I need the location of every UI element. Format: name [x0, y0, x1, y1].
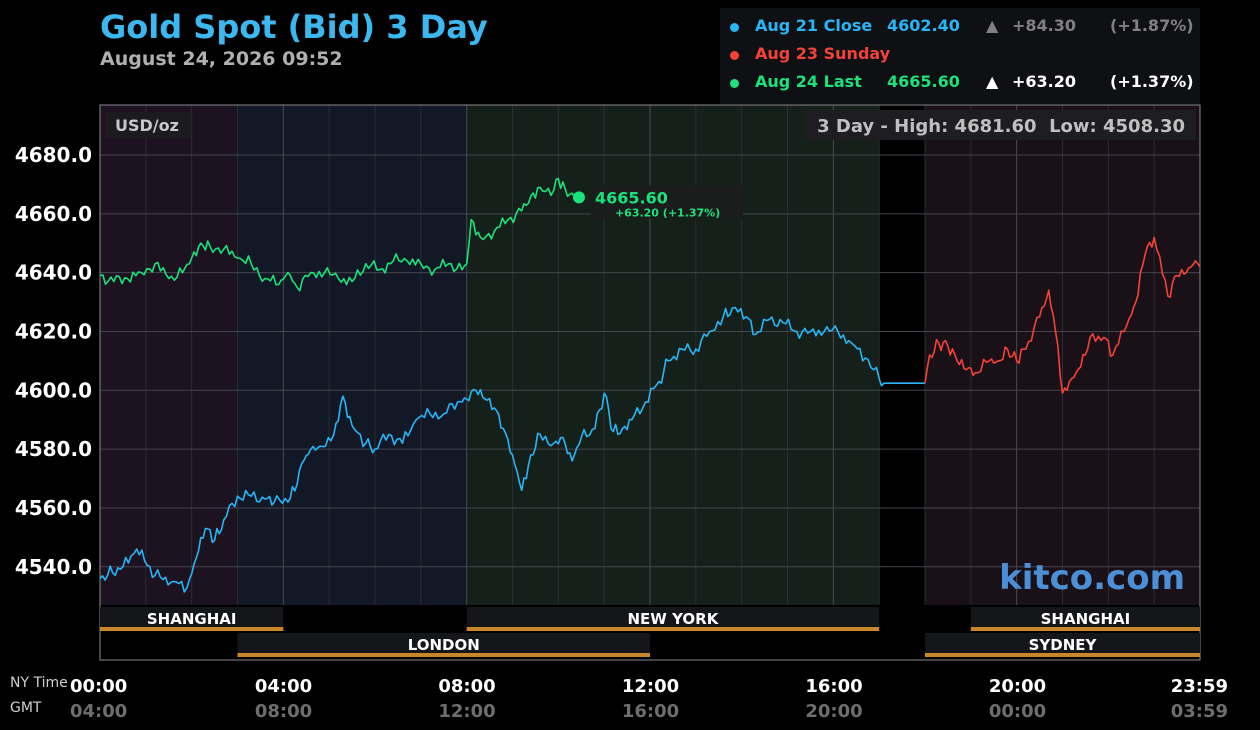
- ny-time-tick: 23:59: [1170, 676, 1228, 697]
- gmt-time-tick: 04:00: [70, 701, 128, 722]
- gmt-time-tick: 00:00: [988, 701, 1047, 722]
- y-tick-label: 4620.0: [15, 319, 92, 343]
- gmt-label: GMT: [10, 700, 42, 716]
- last-price-change: +63.20 (+1.37%): [615, 206, 720, 219]
- price-chart: 4680.0 4660.0 4640.0 4620.0 4600.0 4580.0 4560…: [15, 104, 1201, 661]
- gmt-time-tick: 12:00: [438, 701, 496, 722]
- last-price-value: 4665.60: [595, 188, 668, 207]
- y-tick-label: 4640.0: [15, 261, 92, 285]
- y-tick-label: 4680.0: [15, 143, 92, 167]
- y-tick-label: 4540.0: [15, 555, 92, 579]
- gmt-time-tick: 20:00: [805, 701, 863, 722]
- session-band: [237, 105, 467, 605]
- ny-time-tick: 16:00: [805, 676, 863, 697]
- gmt-time-tick: 16:00: [621, 701, 680, 722]
- ny-time-tick: 12:00: [621, 676, 680, 697]
- session-label: NEW YORK: [628, 610, 720, 628]
- gmt-time-tick: 03:59: [1170, 701, 1228, 722]
- ny-time-tick: 08:00: [438, 676, 496, 697]
- unit-label: USD/oz: [115, 116, 179, 135]
- ny-time-label: NY Time: [10, 675, 68, 691]
- session-band: [466, 105, 880, 605]
- y-tick-label: 4660.0: [15, 202, 92, 226]
- ny-time-tick: 00:00: [70, 676, 128, 697]
- ny-time-tick: 20:00: [988, 676, 1047, 697]
- y-tick-label: 4580.0: [15, 437, 92, 461]
- session-label: LONDON: [408, 636, 480, 654]
- y-tick-label: 4560.0: [15, 496, 92, 520]
- watermark-logo: kitco.com: [999, 558, 1185, 598]
- session-band: [879, 105, 925, 605]
- session-label: SHANGHAI: [147, 610, 237, 628]
- session-label: SHANGHAI: [1041, 610, 1131, 628]
- ny-time-tick: 04:00: [254, 676, 313, 697]
- gmt-time-tick: 08:00: [254, 701, 313, 722]
- session-label: SYDNEY: [1029, 636, 1098, 654]
- y-tick-label: 4600.0: [15, 378, 92, 402]
- last-price-dot: [572, 191, 585, 204]
- range-text: 3 Day - High: 4681.60 Low: 4508.30: [817, 116, 1185, 137]
